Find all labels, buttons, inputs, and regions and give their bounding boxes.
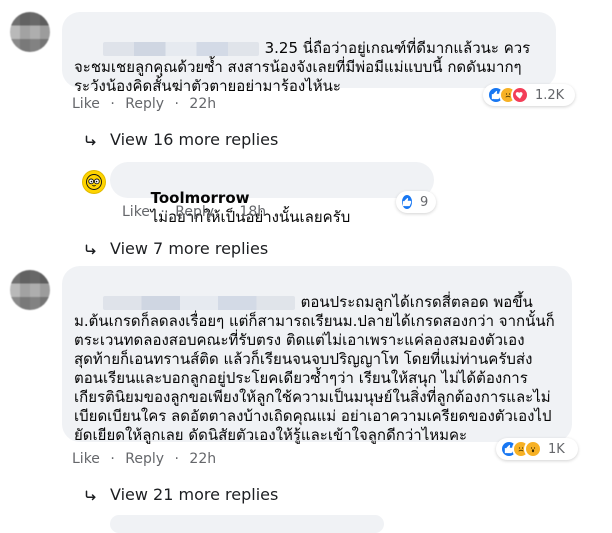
reaction-count: 9 (420, 194, 429, 210)
like-reaction-icon (400, 193, 414, 211)
meta-dot: · (174, 96, 179, 112)
reaction-summary[interactable]: 9 (396, 191, 436, 213)
meta-dot: · (160, 204, 165, 220)
reply-arrow-icon (82, 240, 100, 258)
wow-reaction-icon (524, 440, 542, 458)
view-more-replies[interactable]: View 16 more replies (82, 130, 278, 149)
reaction-count: 1K (548, 441, 565, 457)
reaction-summary[interactable]: 1.2K (483, 84, 575, 106)
meta-dot: · (110, 451, 115, 467)
meta-dot: · (174, 451, 179, 467)
reaction-count: 1.2K (535, 87, 565, 103)
avatar[interactable] (10, 12, 50, 52)
reply-bubble: Toolmorrow ไม่อยากให้เป็นอย่างนั้นเลยครั… (110, 162, 434, 226)
comment-meta: Like · Reply · 22h (72, 451, 216, 467)
like-link[interactable]: Like (122, 204, 150, 220)
reply-link[interactable]: Reply (175, 204, 214, 220)
timestamp[interactable]: 22h (189, 96, 216, 112)
partial-next-comment (110, 515, 384, 533)
comment-text: ตอนประถมลูกได้เกรดสี่ตลอด พอขึ้นม.ต้นเกร… (74, 293, 555, 444)
reply-meta: Like · Reply · 18h (122, 204, 266, 220)
meta-dot: · (110, 96, 115, 112)
view-more-replies[interactable]: View 21 more replies (82, 485, 278, 504)
comment-meta: Like · Reply · 22h (72, 96, 216, 112)
avatar[interactable] (10, 270, 50, 310)
like-link[interactable]: Like (72, 451, 100, 467)
reply-link[interactable]: Reply (125, 96, 164, 112)
comment-bubble: 3.25 นี่ถือว่าอยู่เกณฑ์ที่ดีมากแล้วนะ คว… (62, 12, 556, 95)
reaction-summary[interactable]: 1K (496, 438, 578, 460)
reply-arrow-icon (82, 131, 100, 149)
like-link[interactable]: Like (72, 96, 100, 112)
view-more-replies-label: View 7 more replies (110, 239, 269, 258)
view-more-replies-label: View 16 more replies (110, 130, 279, 149)
love-reaction-icon (511, 86, 529, 104)
view-more-replies[interactable]: View 7 more replies (82, 239, 268, 258)
timestamp[interactable]: 22h (189, 451, 216, 467)
view-more-replies-label: View 21 more replies (110, 485, 279, 504)
timestamp[interactable]: 18h (239, 204, 266, 220)
meta-dot: · (224, 204, 229, 220)
reply-arrow-icon (82, 486, 100, 504)
reply-link[interactable]: Reply (125, 451, 164, 467)
comment-bubble: ตอนประถมลูกได้เกรดสี่ตลอด พอขึ้นม.ต้นเกร… (62, 266, 572, 444)
redacted-name (102, 295, 295, 310)
redacted-name (102, 41, 259, 56)
toolmorrow-logo-icon[interactable] (82, 170, 106, 194)
